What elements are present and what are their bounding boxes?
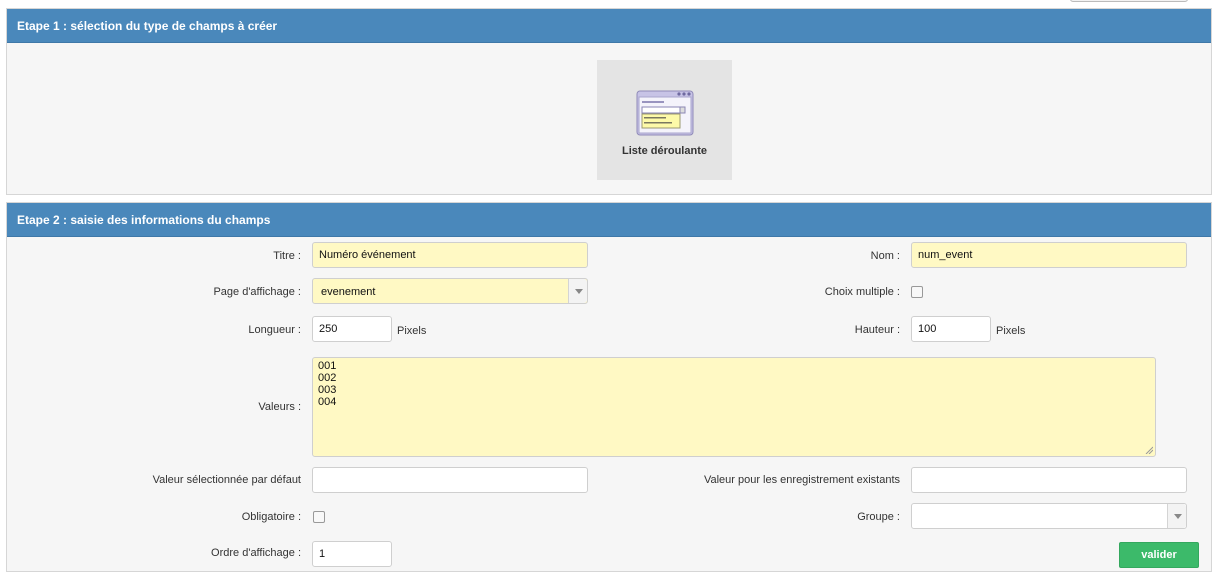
valider-button[interactable]: valider — [1119, 542, 1199, 568]
page-affichage-select[interactable]: evenement — [312, 278, 588, 304]
top-button-fragment[interactable] — [1070, 0, 1188, 2]
valeur-existants-label: Valeur pour les enregistrement existants — [703, 474, 900, 486]
nom-label: Nom : — [870, 250, 900, 262]
longueur-label: Longueur : — [248, 324, 301, 336]
step1-panel: Etape 1 : sélection du type de champs à … — [6, 8, 1212, 195]
dropdown-list-icon — [636, 90, 694, 136]
valeur-existants-input[interactable] — [911, 467, 1187, 493]
valeurs-line: 001 — [318, 360, 337, 372]
choix-multiple-label: Choix multiple : — [824, 286, 900, 298]
field-type-card-dropdown[interactable]: Liste déroulante — [597, 60, 732, 180]
step2-panel: Etape 2 : saisie des informations du cha… — [6, 202, 1212, 572]
groupe-label: Groupe : — [857, 511, 900, 523]
ordre-input[interactable] — [312, 541, 392, 567]
field-type-label: Liste déroulante — [622, 145, 707, 157]
nom-input[interactable] — [911, 242, 1187, 268]
groupe-select[interactable] — [911, 503, 1187, 529]
ordre-label: Ordre d'affichage : — [211, 547, 301, 559]
valeurs-line: 002 — [318, 372, 337, 384]
step2-header: Etape 2 : saisie des informations du cha… — [7, 203, 1211, 237]
valeur-defaut-input[interactable] — [312, 467, 588, 493]
longueur-unit: Pixels — [397, 325, 427, 337]
longueur-input[interactable] — [312, 316, 392, 342]
choix-multiple-checkbox[interactable] — [911, 286, 923, 298]
valeurs-label: Valeurs : — [258, 401, 301, 413]
resize-grip-icon[interactable] — [1145, 446, 1153, 454]
page-affichage-value: evenement — [321, 286, 376, 298]
hauteur-input[interactable] — [911, 316, 991, 342]
chevron-down-icon[interactable] — [568, 279, 587, 303]
valeurs-textarea[interactable]: 001 002 003 004 — [312, 357, 1156, 457]
valeurs-line: 004 — [318, 396, 337, 408]
hauteur-label: Hauteur : — [854, 324, 900, 336]
chevron-down-icon[interactable] — [1167, 504, 1186, 528]
valeurs-line: 003 — [318, 384, 337, 396]
obligatoire-label: Obligatoire : — [241, 511, 301, 523]
step1-header: Etape 1 : sélection du type de champs à … — [7, 9, 1211, 43]
obligatoire-checkbox[interactable] — [313, 511, 325, 523]
titre-input[interactable] — [312, 242, 588, 268]
valeur-defaut-label: Valeur sélectionnée par défaut — [152, 474, 301, 486]
titre-label: Titre : — [273, 250, 301, 262]
hauteur-unit: Pixels — [996, 325, 1026, 337]
page-affichage-label: Page d'affichage : — [213, 286, 301, 298]
